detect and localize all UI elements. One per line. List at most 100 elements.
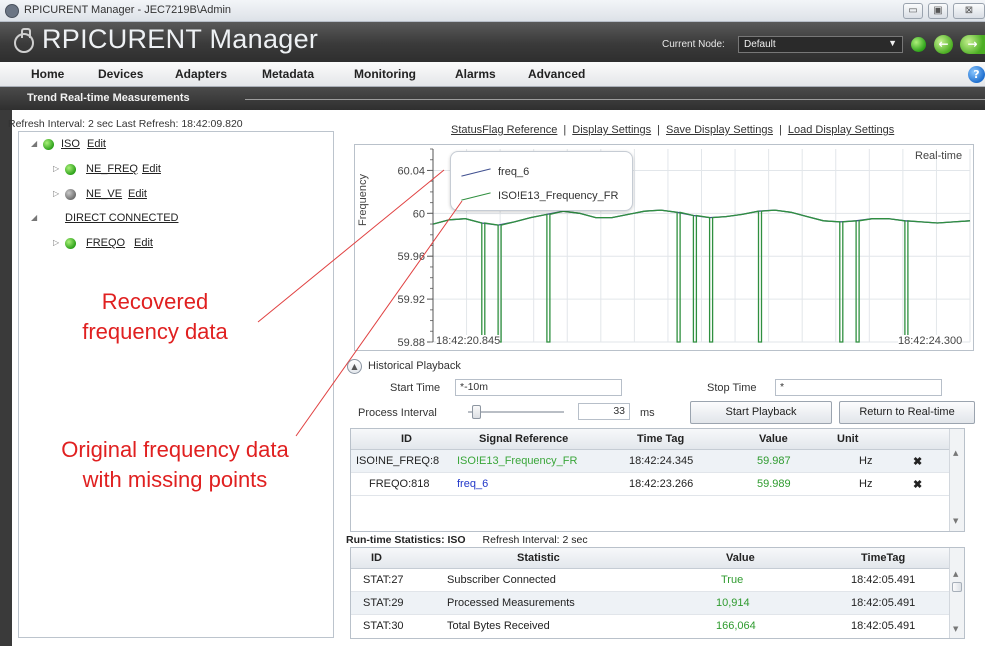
current-node-select[interactable]: Default ▼	[738, 36, 903, 53]
tree-label-iso[interactable]: ISO	[61, 138, 80, 150]
expand-icon[interactable]: ▷	[53, 238, 59, 247]
scroll-down-icon[interactable]: ▼	[953, 517, 958, 525]
table-row[interactable]: STAT:27 Subscriber Connected True 18:42:…	[351, 569, 949, 592]
column-header[interactable]: Statistic	[517, 552, 560, 564]
help-icon[interactable]: ?	[968, 66, 985, 83]
cell-statistic: Processed Measurements	[447, 597, 575, 609]
device-tree: ◢ ISO Edit ▷ NE_FREQ Edit ▷ NE_VE Edit ◢…	[18, 131, 334, 638]
edit-link[interactable]: Edit	[134, 237, 153, 249]
section-title: Trend Real-time Measurements	[27, 92, 190, 104]
expand-icon[interactable]: ◢	[31, 213, 37, 222]
expand-icon[interactable]: ◢	[31, 139, 37, 148]
status-dot-icon	[65, 164, 76, 175]
maximize-button[interactable]: ▣	[928, 3, 948, 19]
scroll-up-icon[interactable]: ▲	[953, 570, 958, 578]
process-interval-slider[interactable]	[468, 405, 564, 419]
chevron-down-icon: ▼	[888, 38, 897, 48]
app-title: RPICURENT Manager	[42, 24, 319, 54]
process-interval-label: Process Interval	[358, 407, 437, 419]
tree-label-ne-freq[interactable]: NE_FREQ	[86, 163, 138, 175]
current-node-value: Default	[744, 39, 776, 50]
expand-icon[interactable]: ▷	[53, 189, 59, 198]
remove-icon[interactable]: ✖	[913, 478, 922, 493]
measurements-header: ID Signal Reference Time Tag Value Unit	[351, 429, 949, 450]
edit-link[interactable]: Edit	[87, 138, 106, 150]
column-header[interactable]: ID	[371, 552, 382, 564]
chart-x-start-label: 18:42:20.845	[436, 335, 501, 347]
table-row[interactable]: STAT:29 Processed Measurements 10,914 18…	[351, 592, 949, 615]
process-interval-input[interactable]: 33	[578, 403, 630, 420]
edit-link[interactable]: Edit	[128, 188, 147, 200]
scroll-thumb[interactable]	[952, 582, 962, 592]
trend-chart-svg: 60.04 60 59.96 59.92 59.88	[397, 148, 971, 349]
status-dot-icon	[65, 238, 76, 249]
table-row[interactable]: STAT:30 Total Bytes Received 166,064 18:…	[351, 615, 949, 638]
column-header[interactable]: ID	[401, 433, 412, 445]
menu-advanced[interactable]: Advanced	[528, 67, 585, 81]
y-tick-label: 59.96	[397, 251, 425, 263]
column-header[interactable]: Value	[759, 433, 788, 445]
main-menu: Home Devices Adapters Metadata Monitorin…	[0, 62, 985, 87]
remove-icon[interactable]: ✖	[913, 455, 922, 470]
load-display-settings-link[interactable]: Load Display Settings	[788, 124, 894, 136]
trend-chart[interactable]: 60.04 60 59.96 59.92 59.88	[354, 144, 974, 351]
y-tick-label: 60	[413, 208, 425, 220]
column-header[interactable]: Signal Reference	[479, 433, 568, 445]
table-row[interactable]: ISO!NE_FREQ:8 ISO!E13_Frequency_FR 18:42…	[351, 450, 949, 473]
cell-time: 18:42:23.266	[629, 478, 694, 490]
runtime-stats-table: ID Statistic Value TimeTag STAT:27 Subsc…	[350, 547, 965, 639]
menu-monitoring[interactable]: Monitoring	[354, 67, 416, 81]
runtime-stats-heading: Run-time Statistics: ISO	[346, 534, 466, 546]
minimize-button[interactable]: ▭	[903, 3, 923, 19]
chart-x-end-label: 18:42:24.300	[898, 335, 963, 347]
scroll-up-icon[interactable]: ▲	[953, 449, 958, 457]
cell-timetag: 18:42:05.491	[851, 620, 916, 632]
column-header[interactable]: TimeTag	[861, 552, 905, 564]
cell-timetag: 18:42:05.491	[851, 597, 916, 609]
menu-adapters[interactable]: Adapters	[175, 67, 227, 81]
link-separator: |	[657, 124, 660, 136]
cell-statistic: Subscriber Connected	[447, 574, 556, 586]
column-header[interactable]: Value	[726, 552, 755, 564]
menu-metadata[interactable]: Metadata	[262, 67, 314, 81]
app-icon	[5, 4, 19, 18]
display-links: StatusFlag Reference | Display Settings | Sa…	[451, 124, 894, 136]
edit-link[interactable]: Edit	[142, 163, 161, 175]
forward-arrow-icon[interactable]: →	[960, 35, 985, 54]
tree-label-freqo[interactable]: FREQO	[86, 237, 125, 249]
collapse-playback-icon[interactable]: ▲	[347, 359, 362, 374]
start-time-input[interactable]: *-10m	[455, 379, 622, 396]
menu-devices[interactable]: Devices	[98, 67, 143, 81]
scroll-down-icon[interactable]: ▼	[953, 625, 958, 633]
app-header: RPICURENT Manager Current Node: Default …	[0, 22, 985, 62]
legend-swatch	[461, 192, 491, 201]
return-to-realtime-button[interactable]: Return to Real-time	[839, 401, 975, 424]
back-arrow-icon[interactable]: ←	[934, 35, 953, 54]
cell-id: FREQO:818	[369, 478, 430, 490]
table-row[interactable]: FREQO:818 freq_6 18:42:23.266 59.989 Hz …	[351, 473, 949, 496]
window-title-bar[interactable]: RPICURENT Manager - JEC7219B\Admin ▭ ▣ ⊠	[0, 0, 985, 22]
display-settings-link[interactable]: Display Settings	[572, 124, 651, 136]
menu-alarms[interactable]: Alarms	[455, 67, 496, 81]
tree-label-direct-connected[interactable]: DIRECT CONNECTED	[65, 212, 178, 224]
save-display-settings-link[interactable]: Save Display Settings	[666, 124, 773, 136]
slider-thumb[interactable]	[472, 405, 481, 419]
statusflag-reference-link[interactable]: StatusFlag Reference	[451, 124, 557, 136]
tree-label-ne-ve[interactable]: NE_VE	[86, 188, 122, 200]
menu-home[interactable]: Home	[31, 67, 64, 81]
connection-status-icon	[911, 37, 926, 52]
cell-value: 59.987	[757, 455, 791, 467]
annotation-recovered-line2: frequency data	[82, 319, 228, 344]
start-playback-button[interactable]: Start Playback	[690, 401, 832, 424]
y-tick-label: 60.04	[397, 165, 425, 177]
close-button[interactable]: ⊠	[953, 3, 985, 19]
runtime-scrollbar[interactable]: ▲ ▼	[949, 548, 964, 638]
measurements-scrollbar[interactable]: ▲ ▼	[949, 429, 964, 531]
column-header[interactable]: Unit	[837, 433, 858, 445]
annotation-original: Original frequency data with missing poi…	[20, 435, 330, 495]
stop-time-input[interactable]: *	[775, 379, 942, 396]
expand-icon[interactable]: ▷	[53, 164, 59, 173]
cell-unit: Hz	[859, 455, 873, 467]
cell-signal: freq_6	[457, 478, 489, 490]
column-header[interactable]: Time Tag	[637, 433, 684, 445]
